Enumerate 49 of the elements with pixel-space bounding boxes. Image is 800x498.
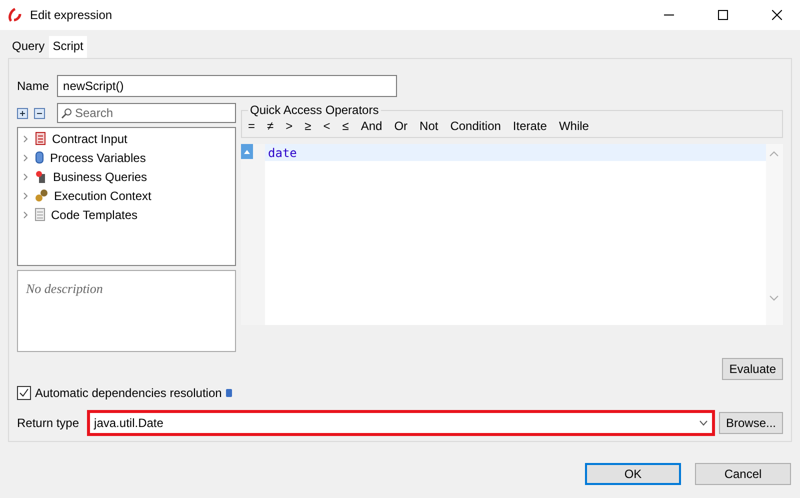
operator-link[interactable]: While: [558, 119, 589, 133]
search-field[interactable]: Search: [57, 103, 236, 123]
collapse-all-icon[interactable]: [34, 108, 45, 118]
close-icon[interactable]: [772, 10, 782, 20]
expand-all-icon[interactable]: [17, 108, 28, 118]
operator-link[interactable]: <: [323, 119, 330, 133]
dialog-button[interactable]: OK: [585, 463, 681, 485]
dialog-button[interactable]: Cancel: [695, 463, 791, 485]
fold-marker-icon[interactable]: [241, 144, 253, 159]
evaluate-button[interactable]: Evaluate: [722, 358, 783, 380]
operators-title: Quick Access Operators: [249, 103, 380, 117]
tab[interactable]: Query: [8, 36, 49, 58]
checkbox-label: Automatic dependencies resolution: [35, 386, 222, 400]
operator-link[interactable]: Condition: [450, 119, 501, 133]
name-label: Name: [17, 79, 50, 93]
document-icon: [35, 132, 46, 145]
magnifier-icon: [35, 170, 47, 183]
cylinder-icon: [35, 151, 44, 164]
tree-item[interactable]: Contract Input: [52, 132, 128, 146]
return-type-label: Return type: [17, 416, 80, 430]
tree-item[interactable]: Execution Context: [54, 188, 152, 202]
tree-item[interactable]: Process Variables: [50, 150, 146, 164]
name-field[interactable]: newScript(): [57, 75, 398, 97]
window-title: Edit expression: [30, 8, 114, 22]
operator-link[interactable]: ≠: [267, 119, 274, 133]
vertical-scrollbar[interactable]: [766, 144, 783, 325]
search-icon: [61, 108, 72, 118]
info-icon: [226, 389, 232, 397]
app-logo-icon: [8, 8, 22, 22]
page-icon: [35, 208, 45, 221]
code-editor[interactable]: date: [241, 144, 783, 325]
dropdown-caret-icon: [698, 420, 708, 426]
operator-link[interactable]: >: [286, 119, 293, 133]
operator-link[interactable]: Or: [394, 119, 408, 133]
gears-icon: [35, 189, 48, 202]
operator-link[interactable]: And: [360, 119, 382, 133]
tree-item[interactable]: Business Queries: [53, 170, 148, 184]
return-type-combo[interactable]: java.util.Date: [87, 410, 715, 436]
operator-link[interactable]: ≤: [342, 119, 349, 133]
tab[interactable]: Script: [48, 36, 88, 58]
operator-link[interactable]: ≥: [304, 119, 312, 133]
checkbox[interactable]: [17, 386, 31, 400]
maximize-icon[interactable]: [718, 10, 728, 20]
operator-link[interactable]: Iterate: [512, 119, 547, 133]
tree-item[interactable]: Code Templates: [51, 208, 138, 222]
description-text: No description: [26, 281, 103, 296]
operator-link[interactable]: Not: [420, 119, 438, 133]
browse-button[interactable]: Browse...: [718, 412, 783, 434]
operator-link[interactable]: =: [248, 119, 256, 133]
